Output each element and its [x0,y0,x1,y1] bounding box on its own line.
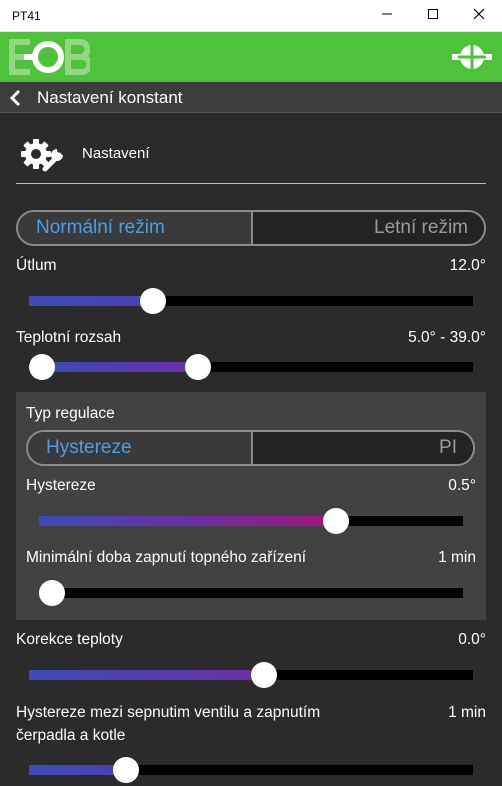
temperature-correction-label: Korekce teploty [16,631,123,648]
section-title: Nastavení [82,145,150,162]
hysteresis-label: Hystereze [26,477,96,494]
temperature-correction-slider[interactable] [29,662,473,688]
hysteresis-option[interactable]: Hystereze [28,432,251,464]
minimize-button[interactable] [364,0,410,32]
slider-thumb[interactable] [251,662,277,688]
valve-hysteresis-label-line1: Hystereze mezi sepnutim ventilu a zapnut… [16,704,321,721]
page-title: Nastavení konstant [37,88,183,107]
brand-logo [8,38,93,81]
slider-thumb-low[interactable] [29,354,55,380]
mode-toggle: Normální režim Letní režim [16,210,486,246]
hysteresis-slider[interactable] [39,508,463,534]
attenuation-slider[interactable] [29,288,473,314]
app-header [0,32,502,82]
slider-thumb[interactable] [113,757,139,783]
settings-gear-icon [20,135,66,178]
min-on-time-value: 1 min [438,549,476,566]
regulation-type-label: Typ regulace [26,405,115,422]
regulation-toggle: Hystereze PI [26,430,475,466]
attenuation-label: Útlum [16,257,57,274]
regulation-panel: Typ regulace Hystereze PI Hystereze 0.5°… [16,392,486,620]
temperature-range-value: 5.0° - 39.0° [408,329,486,346]
minimize-icon [381,7,393,25]
temperature-correction-value: 0.0° [458,631,486,648]
summer-mode-option[interactable]: Letní režim [251,212,484,244]
slider-thumb-high[interactable] [185,354,211,380]
hysteresis-value: 0.5° [448,477,476,494]
min-on-time-slider[interactable] [39,580,463,606]
window-titlebar: PT41 [0,0,502,32]
normal-mode-option[interactable]: Normální režim [18,212,251,244]
valve-hysteresis-slider[interactable] [29,757,473,783]
settings-content: Nastavení Normální režim Letní režim Útl… [0,113,502,786]
window-title: PT41 [12,9,41,23]
temperature-range-slider[interactable] [29,354,473,380]
min-on-time-label: Minimální doba zapnutí topného zařízení [26,549,307,566]
slider-fill [29,670,264,680]
maximize-icon [427,7,439,25]
attenuation-value: 12.0° [449,257,486,274]
maximize-button[interactable] [410,0,456,32]
section-divider [16,183,486,184]
slider-fill [29,765,126,775]
slider-thumb[interactable] [323,508,349,534]
pi-option[interactable]: PI [250,432,473,464]
navigation-bar: Nastavení konstant [0,82,502,113]
valve-hysteresis-label-line2: čerpadla a kotle [16,727,126,744]
temperature-range-label: Teplotní rozsah [16,329,122,346]
slider-thumb[interactable] [140,288,166,314]
slider-thumb[interactable] [39,580,65,606]
close-icon [473,7,485,25]
slider-fill [29,296,153,306]
back-arrow-icon[interactable] [8,89,22,112]
crosshair-icon[interactable] [452,38,492,81]
slider-fill [39,516,336,526]
slider-fill [42,362,198,372]
valve-hysteresis-value: 1 min [448,704,486,721]
close-button[interactable] [456,0,502,32]
